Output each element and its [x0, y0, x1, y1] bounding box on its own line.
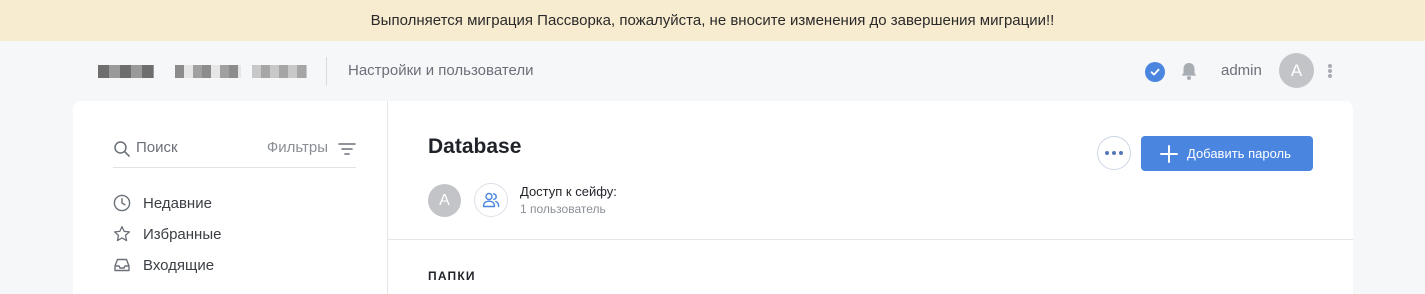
user-avatar[interactable]: A	[1279, 53, 1314, 88]
star-icon	[113, 225, 131, 242]
vault-title: Database	[428, 135, 522, 158]
check-circle-icon[interactable]	[1145, 62, 1165, 82]
avatar-initial: A	[1290, 60, 1303, 80]
vertical-dots-icon[interactable]	[1322, 61, 1338, 81]
vault-access-count[interactable]: 1 пользователь	[520, 202, 606, 216]
clock-icon	[113, 194, 131, 212]
sidebar-item-recent[interactable]: Недавние	[113, 191, 353, 215]
header-divider	[326, 57, 327, 86]
sidebar-item-label: Избранные	[143, 225, 222, 243]
horizontal-dots-icon	[1105, 151, 1109, 155]
users-icon	[482, 192, 500, 208]
sidebar-item-inbox[interactable]: Входящие	[113, 253, 353, 277]
inbox-icon	[114, 258, 130, 272]
section-divider	[388, 239, 1353, 240]
migration-banner-text: Выполняется миграция Пассворка, пожалуйс…	[370, 12, 1055, 29]
search-input[interactable]: Поиск	[136, 139, 178, 156]
vault-access-label: Доступ к сейфу:	[520, 184, 617, 199]
avatar-initial: A	[439, 191, 450, 209]
add-password-label: Добавить пароль	[1187, 146, 1291, 161]
section-title: Настройки и пользователи	[348, 62, 534, 79]
sidebar: Поиск Фильтры Недавние Избранные Входящи…	[73, 101, 388, 294]
add-password-button[interactable]: Добавить пароль	[1141, 136, 1313, 171]
sidebar-item-label: Входящие	[143, 256, 215, 274]
sidebar-item-label: Недавние	[143, 194, 212, 212]
sidebar-item-favorites[interactable]: Избранные	[113, 222, 353, 246]
top-header: Настройки и пользователи admin A	[0, 41, 1425, 101]
redacted-logo[interactable]	[98, 65, 310, 79]
bell-icon[interactable]	[1178, 60, 1200, 82]
vault-users-button[interactable]	[474, 183, 508, 217]
more-options-button[interactable]	[1097, 136, 1131, 170]
vault-owner-avatar[interactable]: A	[428, 184, 461, 217]
search-bar[interactable]: Поиск Фильтры	[113, 137, 356, 168]
vault-panel: Database Добавить пароль A Доступ к сейф…	[388, 101, 1353, 294]
folders-heading: ПАПКИ	[428, 269, 476, 283]
username[interactable]: admin	[1221, 62, 1262, 79]
plus-icon	[1160, 144, 1178, 163]
migration-banner: Выполняется миграция Пассворка, пожалуйс…	[0, 0, 1425, 41]
filters-button[interactable]: Фильтры	[267, 139, 328, 156]
filter-icon[interactable]	[338, 141, 356, 157]
search-icon	[114, 141, 130, 157]
content-card: Поиск Фильтры Недавние Избранные Входящи…	[73, 101, 1353, 294]
